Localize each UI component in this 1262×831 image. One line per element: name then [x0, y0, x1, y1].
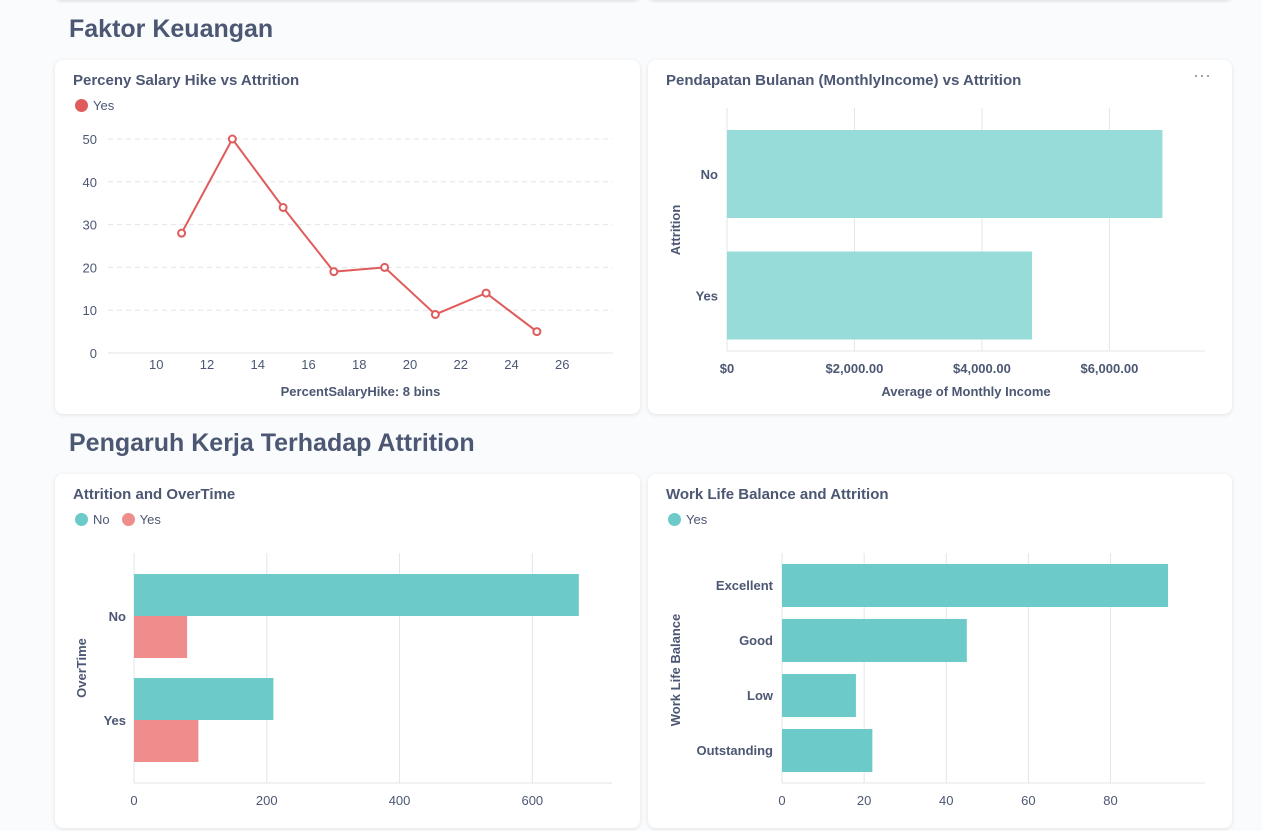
y-axis-label: OverTime: [74, 638, 89, 698]
data-point: [329, 267, 339, 277]
y-tick-label: 30: [83, 218, 97, 233]
bar: [782, 619, 967, 662]
data-point: [227, 134, 237, 144]
y-tick-label: 0: [90, 346, 97, 361]
data-point: [177, 228, 187, 238]
x-tick-label: 18: [352, 357, 366, 372]
bar: [782, 674, 856, 717]
x-axis-label: Average of Monthly Income: [881, 384, 1050, 399]
y-tick-label: 10: [83, 303, 97, 318]
x-tick-label: 60: [1021, 793, 1035, 808]
x-tick-label: 200: [256, 793, 278, 808]
monthly-income-bar-chart[interactable]: $0 $2,000.00 $4,000.00 $6,000.00 No Yes Averag…: [648, 60, 1232, 414]
x-tick-label: 0: [778, 793, 785, 808]
x-tick-label: 20: [857, 793, 871, 808]
bar: [727, 251, 1033, 340]
x-tick-label: $6,000.00: [1080, 361, 1138, 376]
section-title-pengaruh-kerja: Pengaruh Kerja Terhadap Attrition: [69, 429, 475, 457]
x-tick-label: 12: [200, 357, 214, 372]
x-tick-label: 24: [504, 357, 518, 372]
x-tick-label: 10: [149, 357, 163, 372]
x-tick-label: $0: [720, 361, 734, 376]
bar: [782, 564, 1169, 607]
y-tick-label: Low: [747, 688, 774, 703]
y-tick-label: Good: [739, 633, 773, 648]
x-tick-label: 80: [1103, 793, 1117, 808]
y-tick-label: Outstanding: [696, 743, 773, 758]
y-tick-label: Yes: [696, 289, 718, 304]
x-tick-label: 22: [454, 357, 468, 372]
y-axis-label: Attrition: [668, 205, 683, 256]
x-tick-label: 26: [555, 357, 569, 372]
x-tick-label: 40: [939, 793, 953, 808]
y-axis-label: Work Life Balance: [668, 614, 683, 726]
x-tick-label: 600: [521, 793, 543, 808]
y-tick-label: 40: [83, 175, 97, 190]
overtime-bar-chart[interactable]: 0 200 400 600 No Yes OverTime: [55, 474, 640, 828]
x-tick-label: 400: [389, 793, 411, 808]
bar: [782, 729, 873, 772]
y-tick-label: Excellent: [716, 578, 774, 593]
section-title-keuangan: Faktor Keuangan: [69, 15, 274, 43]
x-tick-label: 0: [130, 793, 137, 808]
data-point: [532, 327, 542, 337]
y-tick-label: 50: [83, 132, 97, 147]
bar-no: [134, 678, 274, 720]
series-line: [180, 137, 538, 333]
x-tick-label: 16: [301, 357, 315, 372]
data-point: [430, 309, 440, 319]
y-tick-label: 20: [83, 260, 97, 275]
x-tick-label: $2,000.00: [826, 361, 884, 376]
bar: [727, 130, 1163, 218]
y-tick-label: No: [109, 609, 126, 624]
x-tick-label: 20: [403, 357, 417, 372]
data-point: [380, 262, 390, 272]
data-point: [278, 202, 288, 212]
card-work-life[interactable]: Work Life Balance and Attrition Yes 0 20 4…: [648, 474, 1232, 828]
bar-yes: [134, 720, 199, 762]
y-tick-label: No: [701, 167, 718, 182]
card-monthly-income[interactable]: Pendapatan Bulanan (MonthlyIncome) vs At…: [648, 60, 1232, 414]
y-tick-label: Yes: [104, 713, 126, 728]
work-life-bar-chart[interactable]: 0 20 40 60 80 Excellent Good Low Outstanding Work…: [648, 474, 1232, 828]
card-salary-hike[interactable]: Perceny Salary Hike vs Attrition Yes 0 10…: [55, 60, 640, 414]
bar-no: [134, 574, 579, 616]
card-overtime[interactable]: Attrition and OverTime No Yes 0 200 400 600…: [55, 474, 640, 828]
x-axis-label: PercentSalaryHike: 8 bins: [281, 384, 441, 399]
data-point: [481, 288, 491, 298]
x-tick-label: $4,000.00: [953, 361, 1011, 376]
bar-yes: [134, 616, 188, 658]
salary-hike-line-chart[interactable]: 0 10 20 30 40 50 10 12 14 16 18 20 22 24 26 PercentSala…: [55, 60, 640, 414]
x-tick-label: 14: [250, 357, 264, 372]
